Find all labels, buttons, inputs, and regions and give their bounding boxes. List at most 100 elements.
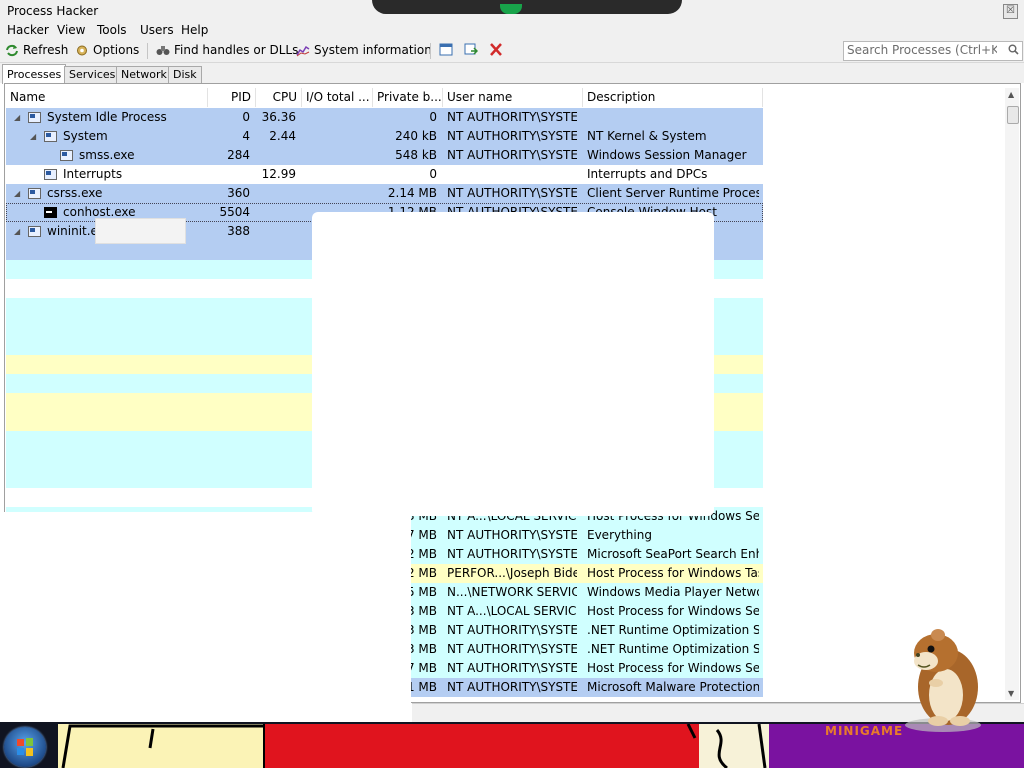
hamster-desktop-pet[interactable] <box>898 625 988 735</box>
tab-disk[interactable]: Disk <box>168 66 202 83</box>
options-button[interactable]: Options <box>75 43 139 57</box>
process-cpu <box>256 146 296 165</box>
process-description: Everything <box>587 528 652 542</box>
process-cpu: 36.36 <box>261 110 296 124</box>
windows-logo-icon <box>17 738 33 756</box>
menu-view[interactable]: View <box>57 23 85 37</box>
process-description: Host Process for Windows Ser... <box>587 661 759 675</box>
expand-collapse-icon[interactable]: ◢ <box>14 108 20 127</box>
process-row[interactable]: ◢ System 4 2.44 240 kB NT AUTHORITY\SYSTEM NT … <box>6 127 763 146</box>
process-row[interactable]: ◢ csrss.exe 360 2.14 MB NT AUTHORITY\SYSTEM C… <box>6 184 763 203</box>
find-window-button[interactable] <box>464 43 478 56</box>
refresh-label: Refresh <box>23 43 69 57</box>
column-io-total[interactable]: I/O total ... <box>302 88 373 107</box>
process-io-total <box>302 127 368 146</box>
column-description[interactable]: Description <box>583 88 763 107</box>
scroll-down-arrow-icon[interactable]: ▼ <box>1008 689 1014 698</box>
process-description <box>587 108 759 127</box>
wallpaper-watermark-text: MINIGAME <box>825 724 904 738</box>
binoculars-icon <box>156 45 170 55</box>
process-private-bytes: 240 kB <box>395 129 437 143</box>
process-icon <box>28 188 41 199</box>
scroll-up-arrow-icon[interactable]: ▲ <box>1008 90 1014 99</box>
toolbar-separator <box>147 43 148 59</box>
process-user-name <box>447 165 577 184</box>
column-cpu[interactable]: CPU <box>256 88 302 107</box>
console-icon <box>44 207 57 218</box>
search-icon[interactable] <box>1008 44 1019 55</box>
wallpaper-doodle-lines <box>61 724 263 769</box>
process-user-name: NT AUTHORITY\SYSTEM <box>447 110 577 124</box>
menu-help[interactable]: Help <box>181 23 208 37</box>
graph-icon <box>296 45 310 56</box>
expand-collapse-icon[interactable]: ◢ <box>14 184 20 203</box>
process-icon <box>28 226 41 237</box>
column-pid[interactable]: PID <box>208 88 256 107</box>
process-description: Microsoft Malware Protection... <box>587 680 759 694</box>
process-cpu <box>256 203 296 222</box>
close-window-button[interactable]: ☒ <box>1003 4 1018 19</box>
column-user-name[interactable]: User name <box>443 88 583 107</box>
find-handles-label: Find handles or DLLs <box>174 43 299 57</box>
process-io-total <box>302 165 368 184</box>
process-icon <box>44 131 57 142</box>
menu-tools[interactable]: Tools <box>97 23 127 37</box>
process-user-name: NT AUTHORITY\SYSTEM <box>447 186 577 200</box>
process-pid: 0 <box>242 110 250 124</box>
process-user-name: NT AUTHORITY\SYSTEM <box>447 547 577 561</box>
start-button[interactable] <box>4 727 46 767</box>
refresh-icon <box>6 44 18 56</box>
terminate-button[interactable] <box>489 43 503 56</box>
process-description: Host Process for Windows Ser... <box>587 604 759 618</box>
column-name[interactable]: Name <box>6 88 208 107</box>
process-pid: 5504 <box>219 205 250 219</box>
title-bar: Process Hacker ☒ <box>0 0 1024 20</box>
process-user-name: NT A...\LOCAL SERVICE <box>447 604 577 618</box>
refresh-button[interactable]: Refresh <box>5 43 68 57</box>
wallpaper-doodle-lines <box>261 723 697 768</box>
options-label: Options <box>93 43 140 57</box>
process-io-total <box>302 184 368 203</box>
menu-users[interactable]: Users <box>140 23 174 37</box>
process-description: Microsoft SeaPort Search Enh... <box>587 547 759 561</box>
tab-processes[interactable]: Processes <box>2 64 67 84</box>
window-icon <box>439 43 453 56</box>
scrollbar-thumb[interactable] <box>1007 106 1019 124</box>
process-row[interactable]: ◢ System Idle Process 0 36.36 0 NT AUTHORITY\… <box>6 108 763 127</box>
blank-popup-overlay <box>312 212 714 516</box>
tab-network[interactable]: Network <box>116 66 172 83</box>
system-information-button[interactable]: System information <box>296 43 432 57</box>
window-always-on-top-button[interactable] <box>439 43 453 56</box>
process-private-bytes: 548 kB <box>395 148 437 162</box>
menu-bar: Hacker View Tools Users Help <box>0 20 1024 39</box>
process-description: Host Process for Windows Tas... <box>587 566 759 580</box>
desktop-top-ornament <box>372 0 682 14</box>
process-cpu: 2.44 <box>269 129 296 143</box>
tab-strip: Processes Services Network Disk <box>0 63 1024 84</box>
desktop-wallpaper-cream <box>699 723 769 770</box>
expand-collapse-icon[interactable]: ◢ <box>30 127 36 146</box>
process-description: NT Kernel & System <box>587 129 707 143</box>
process-description: .NET Runtime Optimization S... <box>587 623 759 637</box>
tab-services[interactable]: Services <box>64 66 121 83</box>
process-cpu: 12.99 <box>261 167 296 181</box>
process-row[interactable]: smss.exe 284 548 kB NT AUTHORITY\SYSTEM Wind… <box>6 146 763 165</box>
vertical-scrollbar[interactable]: ▲ ▼ <box>1005 88 1019 700</box>
process-name: System Idle Process <box>47 110 167 124</box>
search-input[interactable] <box>844 42 997 58</box>
find-handles-button[interactable]: Find handles or DLLs <box>156 43 298 57</box>
search-processes-box[interactable] <box>843 41 1023 61</box>
process-private-bytes: 2.14 MB <box>387 186 437 200</box>
column-private-bytes[interactable]: Private b... <box>373 88 443 107</box>
menu-hacker[interactable]: Hacker <box>7 23 49 37</box>
process-icon <box>44 169 57 180</box>
red-x-icon <box>490 43 502 56</box>
expand-collapse-icon[interactable]: ◢ <box>14 222 20 241</box>
toolbar-separator <box>430 43 431 59</box>
process-pid <box>208 165 250 184</box>
process-user-name: NT AUTHORITY\SYSTEM <box>447 661 577 675</box>
process-description: Client Server Runtime Process <box>587 186 759 200</box>
desktop-wallpaper-yellow <box>58 724 263 769</box>
process-row[interactable]: Interrupts 12.99 0 Interrupts and DPCs <box>6 165 763 184</box>
process-name: System <box>63 129 108 143</box>
